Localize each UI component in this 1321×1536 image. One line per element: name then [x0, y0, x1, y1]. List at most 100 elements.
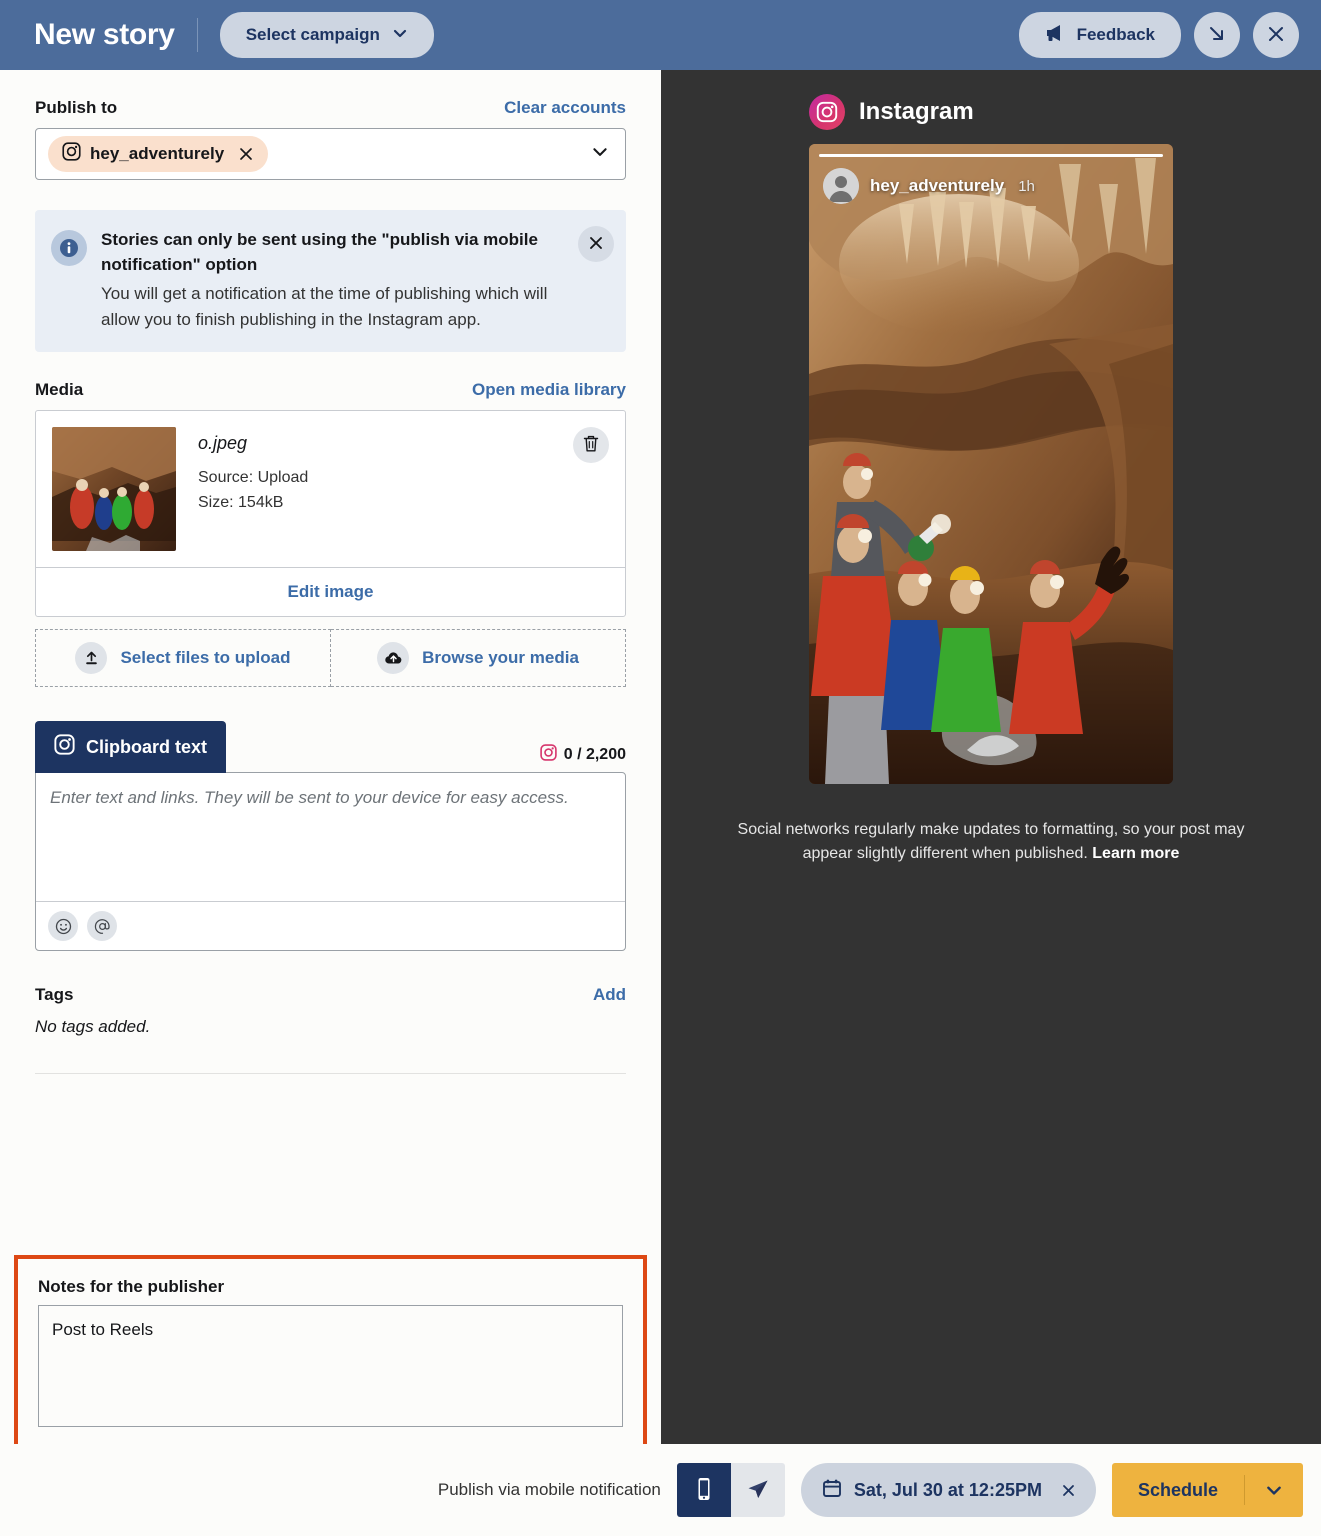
schedule-date-chip[interactable]: Sat, Jul 30 at 12:25PM — [800, 1463, 1096, 1517]
preview-network-header: Instagram — [809, 94, 1173, 130]
media-item: o.jpeg Source: Upload Size: 154kB — [36, 411, 625, 567]
preview-network-label: Instagram — [859, 98, 974, 125]
cloud-upload-icon — [377, 642, 410, 675]
accounts-select[interactable]: hey_adventurely — [35, 128, 626, 180]
open-media-library-link[interactable]: Open media library — [472, 380, 626, 400]
schedule-date-value: Sat, Jul 30 at 12:25PM — [853, 1479, 1042, 1500]
direct-publish-mode-button[interactable] — [730, 1463, 785, 1517]
media-file-name: o.jpeg — [198, 433, 248, 454]
section-divider — [35, 1073, 626, 1075]
page-title: New story — [34, 18, 175, 51]
select-files-button[interactable]: Select files to upload — [35, 629, 331, 688]
preview-pane: Instagram hey_adventurely 1h Social netw… — [661, 70, 1321, 1444]
clipboard-header: Clipboard text 0 / 2,200 — [35, 721, 626, 774]
remove-account-icon[interactable] — [238, 146, 254, 162]
story-username: hey_adventurely — [870, 176, 1005, 195]
feedback-label: Feedback — [1076, 25, 1155, 44]
story-user-header: hey_adventurely 1h — [823, 168, 1035, 204]
media-card: o.jpeg Source: Upload Size: 154kB Edit i… — [35, 410, 626, 618]
story-preview-card: hey_adventurely 1h — [809, 144, 1173, 784]
clipboard-tab-label: Clipboard text — [86, 736, 208, 757]
info-banner-body: Stories can only be sent using the "publ… — [101, 228, 610, 332]
info-icon — [51, 230, 87, 266]
close-icon — [1265, 23, 1287, 48]
publish-mode-label: Publish via mobile notification — [437, 1480, 661, 1499]
composer-body: Publish to Clear accounts hey_adventurel… — [0, 70, 1321, 1444]
clipboard-toolbar — [36, 901, 625, 950]
media-thumbnail[interactable] — [52, 427, 176, 552]
composer-footer: Publish via mobile notification Sat, Jul… — [0, 1444, 1321, 1536]
calendar-icon — [822, 1478, 842, 1503]
story-image — [809, 144, 1173, 784]
notes-label: Notes for the publisher — [38, 1277, 225, 1296]
info-banner-title: Stories can only be sent using the "publ… — [101, 230, 538, 274]
chevron-down-icon — [392, 25, 408, 46]
info-banner-text: You will get a notification at the time … — [101, 284, 548, 329]
media-size: Size: 154kB — [198, 494, 284, 512]
close-icon — [587, 234, 605, 255]
edit-image-link[interactable]: Edit image — [36, 567, 625, 616]
browse-media-label: Browse your media — [422, 648, 579, 668]
mobile-notification-mode-button[interactable] — [676, 1463, 731, 1517]
preview-disclaimer: Social networks regularly make updates t… — [736, 818, 1246, 866]
close-composer-button[interactable] — [1253, 12, 1299, 58]
schedule-button[interactable]: Schedule — [1111, 1463, 1303, 1517]
clipboard-textarea[interactable]: Enter text and links. They will be sent … — [36, 773, 625, 901]
tags-empty-text: No tags added. — [35, 1017, 151, 1037]
instagram-icon — [54, 734, 75, 760]
media-details: o.jpeg Source: Upload Size: 154kB — [198, 427, 308, 551]
story-progress-bar — [819, 154, 1163, 157]
minimize-button[interactable] — [1194, 12, 1240, 58]
notes-textarea[interactable]: Post to Reels — [38, 1305, 623, 1427]
select-campaign-button[interactable]: Select campaign — [219, 12, 434, 58]
composer-form-pane: Publish to Clear accounts hey_adventurel… — [0, 70, 661, 1444]
account-name: hey_adventurely — [90, 144, 225, 163]
tags-header: Tags Add — [35, 985, 626, 1005]
story-timestamp: 1h — [1018, 177, 1035, 195]
add-tag-link[interactable]: Add — [593, 985, 626, 1005]
stories-info-banner: Stories can only be sent using the "publ… — [35, 210, 626, 353]
emoji-icon[interactable] — [48, 911, 78, 942]
clear-date-icon[interactable] — [1060, 1482, 1077, 1499]
clipboard-text-tab[interactable]: Clipboard text — [35, 721, 227, 774]
mobile-phone-icon — [693, 1476, 715, 1505]
mention-icon[interactable] — [87, 911, 117, 942]
arrow-down-right-icon — [1206, 23, 1228, 48]
dismiss-banner-button[interactable] — [578, 226, 614, 262]
delete-media-button[interactable] — [573, 427, 609, 464]
media-header: Media Open media library — [35, 380, 626, 400]
tags-label: Tags — [35, 985, 74, 1005]
notes-for-publisher-section: Notes for the publisher Post to Reels Ca… — [14, 1255, 647, 1444]
upload-icon — [75, 642, 108, 675]
browse-media-button[interactable]: Browse your media — [331, 629, 626, 688]
composer-header: New story Select campaign Feedback — [0, 0, 1321, 70]
schedule-button-label: Schedule — [1137, 1479, 1218, 1500]
megaphone-icon — [1045, 24, 1065, 47]
publish-mode-toggle — [676, 1463, 785, 1517]
trash-icon — [582, 434, 600, 456]
select-campaign-label: Select campaign — [245, 25, 380, 44]
character-counter: 0 / 2,200 — [540, 744, 626, 773]
accounts-chevron-down-icon[interactable] — [591, 143, 609, 166]
media-source: Source: Upload — [198, 469, 309, 487]
feedback-button[interactable]: Feedback — [1018, 12, 1181, 58]
character-count-value: 0 / 2,200 — [563, 746, 626, 764]
publish-to-header: Publish to Clear accounts — [35, 98, 626, 118]
paper-plane-icon — [746, 1477, 770, 1504]
account-chip[interactable]: hey_adventurely — [48, 136, 269, 172]
upload-actions: Select files to upload Browse your media — [35, 629, 626, 688]
new-story-composer: New story Select campaign Feedback Publi… — [0, 0, 1321, 1536]
publish-to-label: Publish to — [35, 98, 118, 117]
avatar — [823, 168, 859, 204]
instagram-icon — [809, 94, 845, 130]
header-divider — [196, 18, 198, 52]
learn-more-link[interactable]: Learn more — [1092, 845, 1179, 862]
header-actions: Feedback — [1018, 12, 1299, 58]
clear-accounts-link[interactable]: Clear accounts — [504, 98, 626, 118]
instagram-icon — [540, 744, 557, 766]
instagram-icon — [62, 142, 81, 166]
clipboard-editor: Enter text and links. They will be sent … — [35, 772, 626, 952]
select-files-label: Select files to upload — [120, 648, 291, 668]
media-label: Media — [35, 380, 84, 400]
chevron-down-icon[interactable] — [1245, 1481, 1303, 1499]
